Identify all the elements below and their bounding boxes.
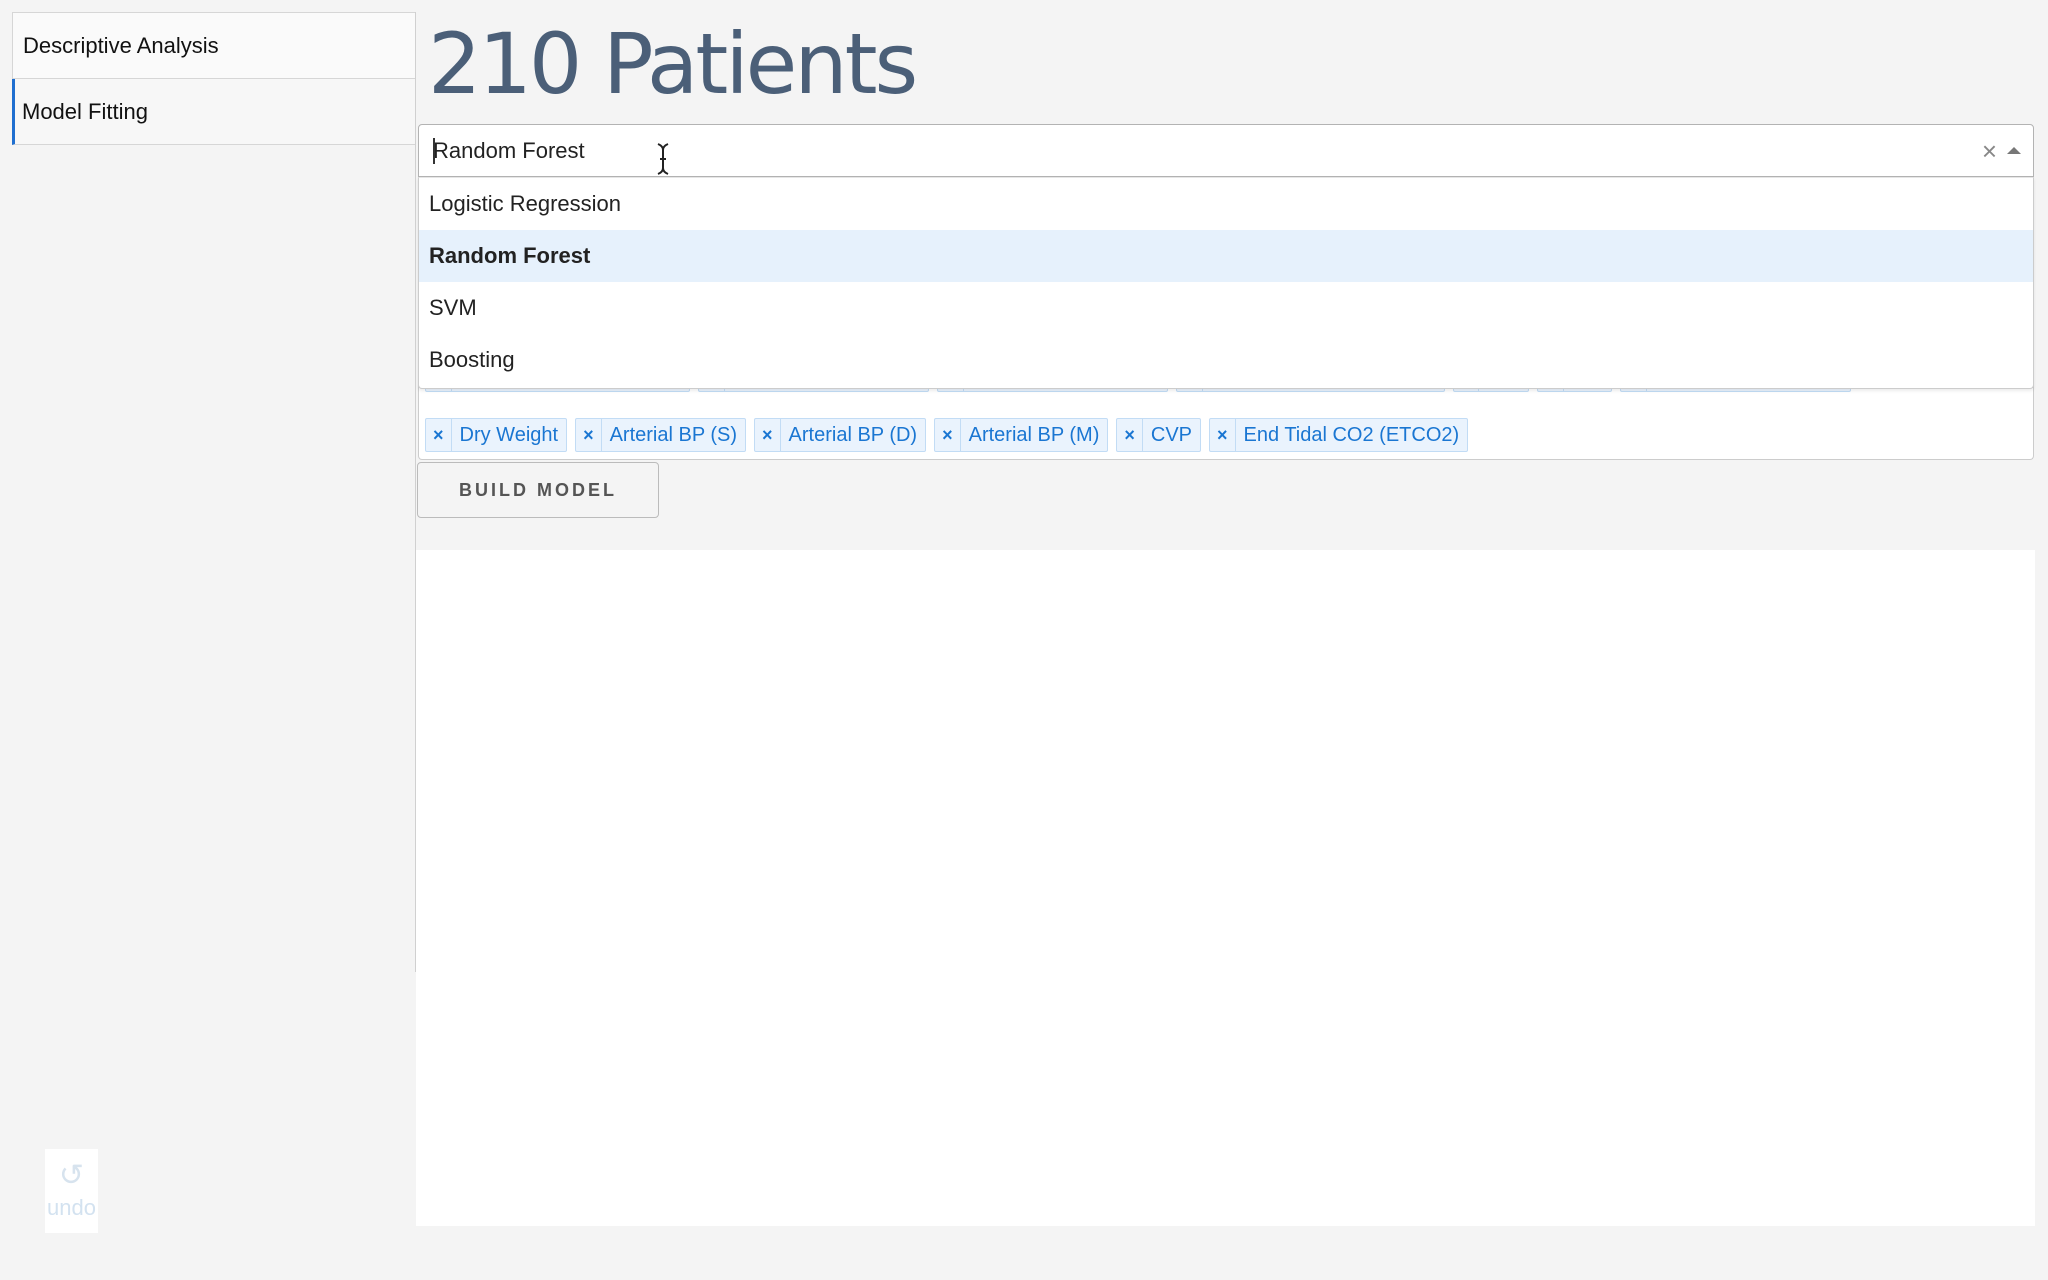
- option-logistic-regression[interactable]: Logistic Regression: [419, 178, 2033, 230]
- undo-button[interactable]: ↺ undo: [45, 1149, 98, 1233]
- page-title: 210 Patients: [428, 15, 918, 113]
- feature-tag: × Arterial BP (M): [934, 418, 1109, 452]
- option-svm[interactable]: SVM: [419, 282, 2033, 334]
- remove-tag-icon[interactable]: ×: [1210, 419, 1236, 451]
- feature-tag: × Arterial BP (D): [754, 418, 927, 452]
- remove-tag-icon[interactable]: ×: [576, 419, 602, 451]
- ibeam-cursor-icon: [657, 143, 669, 175]
- feature-tag-label: End Tidal CO2 (ETCO2): [1243, 423, 1460, 446]
- feature-tag-label: Arterial BP (M): [968, 423, 1100, 446]
- feature-tag: × CVP: [1116, 418, 1202, 452]
- clear-icon[interactable]: ×: [1982, 136, 1997, 167]
- remove-tag-icon[interactable]: ×: [755, 419, 781, 451]
- feature-tag: × End Tidal CO2 (ETCO2): [1209, 418, 1469, 452]
- remove-tag-icon[interactable]: ×: [935, 419, 961, 451]
- output-panel: [416, 550, 2035, 1226]
- feature-tag-label: Dry Weight: [459, 423, 559, 446]
- undo-icon: ↺: [58, 1159, 85, 1192]
- build-model-button[interactable]: BUILD MODEL: [417, 462, 659, 518]
- text-caret: [433, 138, 435, 164]
- feature-tag-label: CVP: [1150, 423, 1193, 446]
- undo-label: undo: [47, 1195, 96, 1220]
- option-boosting[interactable]: Boosting: [419, 334, 2033, 386]
- feature-tag-label: Arterial BP (S): [609, 423, 738, 446]
- feature-tag: × Arterial BP (S): [575, 418, 747, 452]
- chevron-up-icon[interactable]: [2007, 147, 2021, 154]
- remove-tag-icon[interactable]: ×: [426, 419, 452, 451]
- tag-row-2: × Dry Weight × Arterial BP (S) × Arterial BP …: [425, 418, 1469, 452]
- tab-model-fitting[interactable]: Model Fitting: [12, 79, 416, 145]
- model-select-menu: Logistic Regression Random Forest SVM Bo…: [418, 177, 2034, 389]
- feature-tag: × Dry Weight: [425, 418, 568, 452]
- sidebar-tabs: Descriptive Analysis Model Fitting: [12, 12, 416, 145]
- feature-tag-label: Arterial BP (D): [788, 423, 918, 446]
- remove-tag-icon[interactable]: ×: [1117, 419, 1143, 451]
- tab-descriptive-analysis[interactable]: Descriptive Analysis: [12, 12, 416, 79]
- option-random-forest[interactable]: Random Forest: [419, 230, 2033, 282]
- model-select-value[interactable]: Random Forest: [433, 125, 585, 176]
